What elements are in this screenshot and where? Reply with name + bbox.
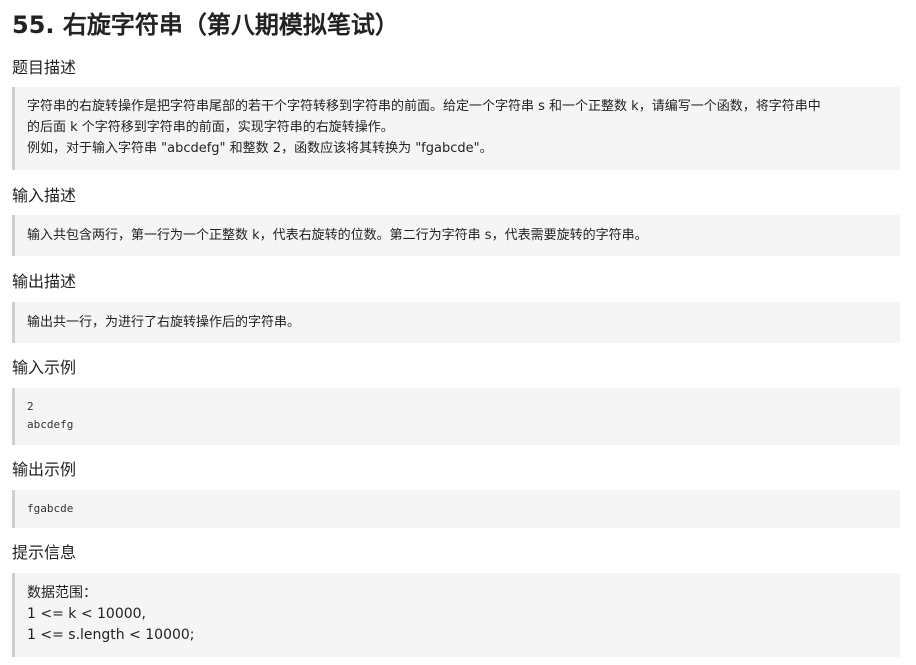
hints-line-2: 1 <= k < 10000, [27, 606, 146, 622]
input-heading: 输入描述 [12, 186, 77, 205]
output-heading: 输出描述 [12, 272, 77, 291]
input-example-line-1: 2 [27, 400, 34, 413]
hints-box: 数据范围： 1 <= k < 10000, 1 <= s.length < 10… [12, 573, 900, 657]
description-line-3: 例如，对于输入字符串 "abcdefg" 和整数 2，函数应该将其转换为 "fg… [27, 141, 493, 156]
output-example-box: fgabcde [12, 490, 900, 528]
input-example-line-2: abcdefg [27, 418, 74, 431]
description-line-1: 字符串的右旋转操作是把字符串尾部的若干个字符转移到字符串的前面。给定一个字符串 … [27, 99, 821, 114]
page-title: 55. 右旋字符串（第八期模拟笔试） [12, 11, 399, 39]
description-box: 字符串的右旋转操作是把字符串尾部的若干个字符转移到字符串的前面。给定一个字符串 … [12, 87, 900, 170]
input-box: 输入共包含两行，第一行为一个正整数 k，代表右旋转的位数。第二行为字符串 s，代… [12, 215, 900, 256]
output-example-heading: 输出示例 [12, 460, 77, 479]
hints-heading: 提示信息 [12, 543, 77, 562]
problem-page: 55. 右旋字符串（第八期模拟笔试） 题目描述 字符串的右旋转操作是把字符串尾部… [0, 0, 916, 665]
description-heading: 题目描述 [12, 58, 77, 77]
output-line-1: 输出共一行，为进行了右旋转操作后的字符串。 [27, 315, 301, 330]
output-box: 输出共一行，为进行了右旋转操作后的字符串。 [12, 302, 900, 343]
hints-line-3: 1 <= s.length < 10000; [27, 627, 195, 643]
input-line-1: 输入共包含两行，第一行为一个正整数 k，代表右旋转的位数。第二行为字符串 s，代… [27, 228, 648, 243]
output-example-line-1: fgabcde [27, 502, 74, 515]
input-example-box: 2 abcdefg [12, 388, 900, 445]
hints-line-1: 数据范围： [27, 585, 97, 601]
description-line-2: 的后面 k 个字符移到字符串的前面，实现字符串的右旋转操作。 [27, 120, 394, 135]
input-example-heading: 输入示例 [12, 358, 77, 377]
